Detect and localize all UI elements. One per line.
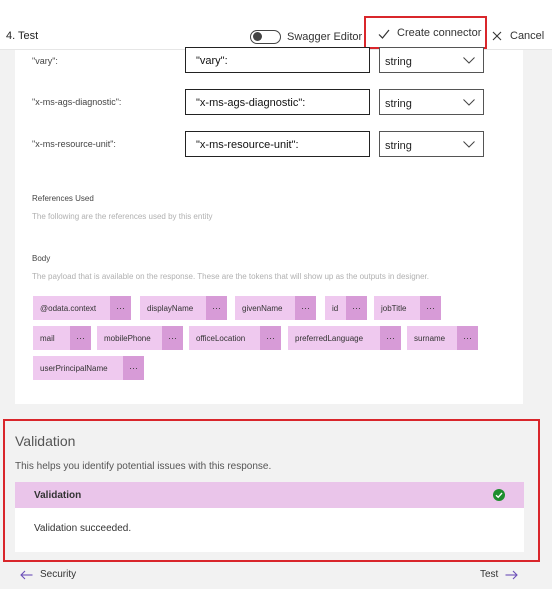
token-more-button[interactable]: ··· — [260, 326, 281, 350]
arrow-right-icon — [505, 570, 519, 579]
back-to-security-link[interactable]: Security — [20, 569, 76, 580]
token-more-button[interactable]: ··· — [457, 326, 478, 350]
chevron-down-icon — [463, 141, 475, 148]
validation-bar-label: Validation — [34, 490, 82, 501]
token-label: mail — [40, 334, 55, 343]
cancel-button[interactable]: Cancel — [492, 30, 544, 42]
references-description: The following are the references used by… — [32, 212, 213, 221]
header-type-value: string — [385, 140, 412, 152]
header-type-select[interactable]: string — [379, 89, 484, 115]
token-label: userPrincipalName — [40, 364, 108, 373]
validation-result-box: Validation succeeded. — [15, 508, 524, 552]
next-to-test-link[interactable]: Test — [480, 569, 519, 580]
command-bar: 4. Test Swagger Editor Create connector … — [0, 0, 552, 50]
chevron-down-icon — [463, 99, 475, 106]
validation-description: This helps you identify potential issues… — [15, 461, 272, 472]
response-card: "vary": "vary": string "x-ms-ags-diagnos… — [15, 47, 523, 404]
token-more-button[interactable]: ··· — [206, 296, 227, 320]
back-label: Security — [40, 569, 77, 580]
body-token[interactable]: userPrincipalName ··· — [33, 356, 144, 380]
token-more-button[interactable]: ··· — [420, 296, 441, 320]
header-value-input[interactable]: "x-ms-resource-unit": — [185, 131, 370, 157]
validation-result-text: Validation succeeded. — [34, 523, 132, 534]
token-label: surname — [414, 334, 446, 343]
header-key: "vary": — [32, 56, 58, 66]
token-more-button[interactable]: ··· — [380, 326, 401, 350]
create-connector-label: Create connector — [397, 26, 482, 39]
close-icon — [492, 31, 502, 41]
token-label: displayName — [147, 304, 194, 313]
token-more-button[interactable]: ··· — [110, 296, 131, 320]
toggle-knob — [253, 32, 262, 41]
body-token[interactable]: surname ··· — [407, 326, 478, 350]
header-type-value: string — [385, 98, 412, 110]
body-token[interactable]: jobTitle ··· — [374, 296, 441, 320]
header-type-select[interactable]: string — [379, 47, 484, 73]
header-key: "x-ms-resource-unit": — [32, 139, 116, 149]
body-description: The payload that is available on the res… — [32, 272, 429, 281]
body-token[interactable]: id ··· — [325, 296, 367, 320]
token-label: preferredLanguage — [295, 334, 364, 343]
next-label: Test — [480, 569, 499, 580]
token-more-button[interactable]: ··· — [123, 356, 144, 380]
cancel-label: Cancel — [510, 30, 545, 42]
token-more-button[interactable]: ··· — [346, 296, 367, 320]
token-label: mobilePhone — [104, 334, 151, 343]
checkmark-icon — [378, 29, 390, 39]
token-more-button[interactable]: ··· — [162, 326, 183, 350]
body-token[interactable]: @odata.context ··· — [33, 296, 131, 320]
body-token[interactable]: officeLocation ··· — [189, 326, 281, 350]
body-token[interactable]: displayName ··· — [140, 296, 227, 320]
chevron-down-icon — [463, 57, 475, 64]
header-row: "x-ms-ags-diagnostic": "x-ms-ags-diagnos… — [15, 89, 523, 117]
validation-title: Validation — [15, 433, 76, 449]
header-row: "vary": "vary": string — [15, 47, 523, 75]
body-token[interactable]: mobilePhone ··· — [97, 326, 183, 350]
body-token[interactable]: mail ··· — [33, 326, 91, 350]
token-label: id — [332, 304, 339, 313]
step-title: 4. Test — [6, 30, 39, 42]
header-row: "x-ms-resource-unit": "x-ms-resource-uni… — [15, 131, 523, 159]
header-type-select[interactable]: string — [379, 131, 484, 157]
body-token[interactable]: givenName ··· — [235, 296, 316, 320]
references-title: References Used — [32, 194, 94, 203]
swagger-editor-toggle[interactable]: Swagger Editor — [250, 30, 362, 44]
token-label: jobTitle — [381, 304, 407, 313]
body-token[interactable]: preferredLanguage ··· — [288, 326, 401, 350]
header-type-value: string — [385, 56, 412, 68]
token-label: officeLocation — [196, 334, 246, 343]
toggle-switch[interactable] — [250, 30, 281, 44]
header-key: "x-ms-ags-diagnostic": — [32, 97, 122, 107]
token-more-button[interactable]: ··· — [70, 326, 91, 350]
create-connector-button[interactable]: Create connector — [364, 16, 487, 49]
arrow-left-icon — [20, 570, 33, 579]
success-check-icon — [493, 489, 505, 501]
validation-panel: Validation This helps you identify poten… — [3, 419, 540, 562]
body-title: Body — [32, 254, 51, 263]
token-label: @odata.context — [40, 304, 97, 313]
validation-header-bar[interactable]: Validation — [15, 482, 524, 508]
token-more-button[interactable]: ··· — [295, 296, 316, 320]
swagger-editor-label: Swagger Editor — [287, 31, 363, 43]
header-value-input[interactable]: "x-ms-ags-diagnostic": — [185, 89, 370, 115]
token-label: givenName — [242, 304, 283, 313]
header-value-input[interactable]: "vary": — [185, 47, 370, 73]
